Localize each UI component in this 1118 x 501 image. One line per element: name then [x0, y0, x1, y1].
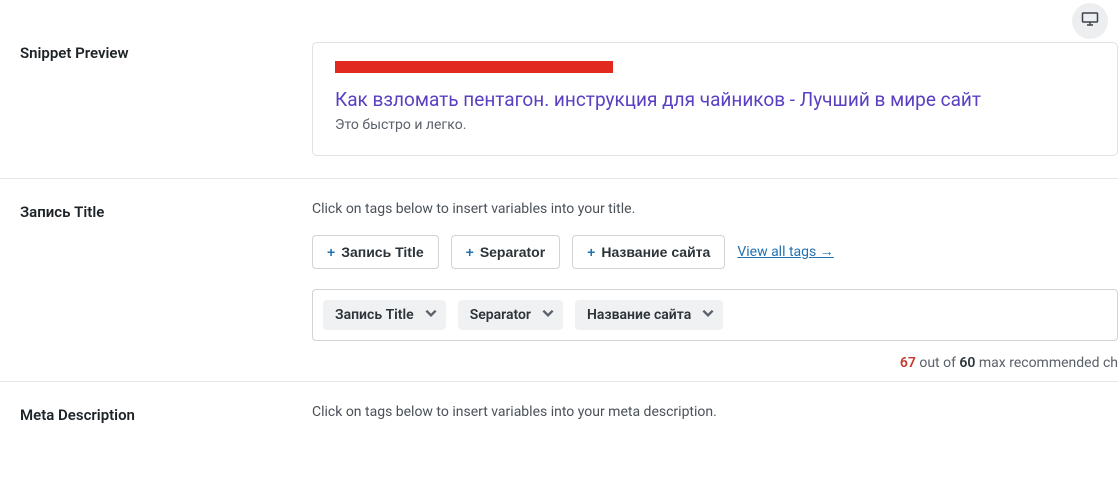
character-counter: 67 out of 60 max recommended ch	[312, 355, 1118, 371]
snippet-description: Это быстро и легко.	[335, 117, 1095, 133]
snippet-preview-label: Snippet Preview	[0, 42, 312, 156]
tag-button-label: Separator	[480, 244, 545, 260]
chevron-down-icon	[541, 306, 555, 324]
char-count-current: 67	[900, 355, 916, 371]
view-all-tags-link[interactable]: View all tags →	[737, 243, 833, 260]
meta-description-label: Meta Description	[0, 404, 312, 438]
tag-button-post-title[interactable]: + Запись Title	[312, 235, 439, 269]
tag-button-label: Название сайта	[601, 244, 710, 260]
tag-button-label: Запись Title	[341, 244, 423, 260]
plus-icon: +	[327, 244, 335, 260]
chip-site-name[interactable]: Название сайта	[575, 300, 723, 330]
plus-icon: +	[466, 244, 474, 260]
char-count-tail: max recommended ch	[975, 355, 1118, 371]
chevron-down-icon	[701, 306, 715, 324]
chip-separator[interactable]: Separator	[458, 300, 563, 330]
tag-button-site-name[interactable]: + Название сайта	[572, 235, 725, 269]
device-desktop-button[interactable]	[1072, 3, 1108, 39]
title-hint: Click on tags below to insert variables …	[312, 201, 1118, 217]
chip-label: Запись Title	[335, 307, 414, 323]
chevron-down-icon	[424, 306, 438, 324]
plus-icon: +	[587, 244, 595, 260]
char-count-mid: out of	[916, 355, 960, 371]
tag-button-separator[interactable]: + Separator	[451, 235, 561, 269]
chip-label: Separator	[470, 307, 531, 323]
title-section-label: Запись Title	[0, 201, 312, 371]
snippet-title: Как взломать пентагон. инструкция для ча…	[335, 87, 1095, 113]
title-editor[interactable]: Запись Title Separator Название сайта	[312, 289, 1118, 341]
meta-hint: Click on tags below to insert variables …	[312, 404, 1118, 420]
monitor-icon	[1081, 11, 1099, 31]
redacted-url	[335, 61, 613, 73]
chip-label: Название сайта	[587, 307, 691, 323]
snippet-preview-box: Как взломать пентагон. инструкция для ча…	[312, 42, 1118, 156]
char-count-max: 60	[959, 355, 975, 371]
chip-post-title[interactable]: Запись Title	[323, 300, 446, 330]
